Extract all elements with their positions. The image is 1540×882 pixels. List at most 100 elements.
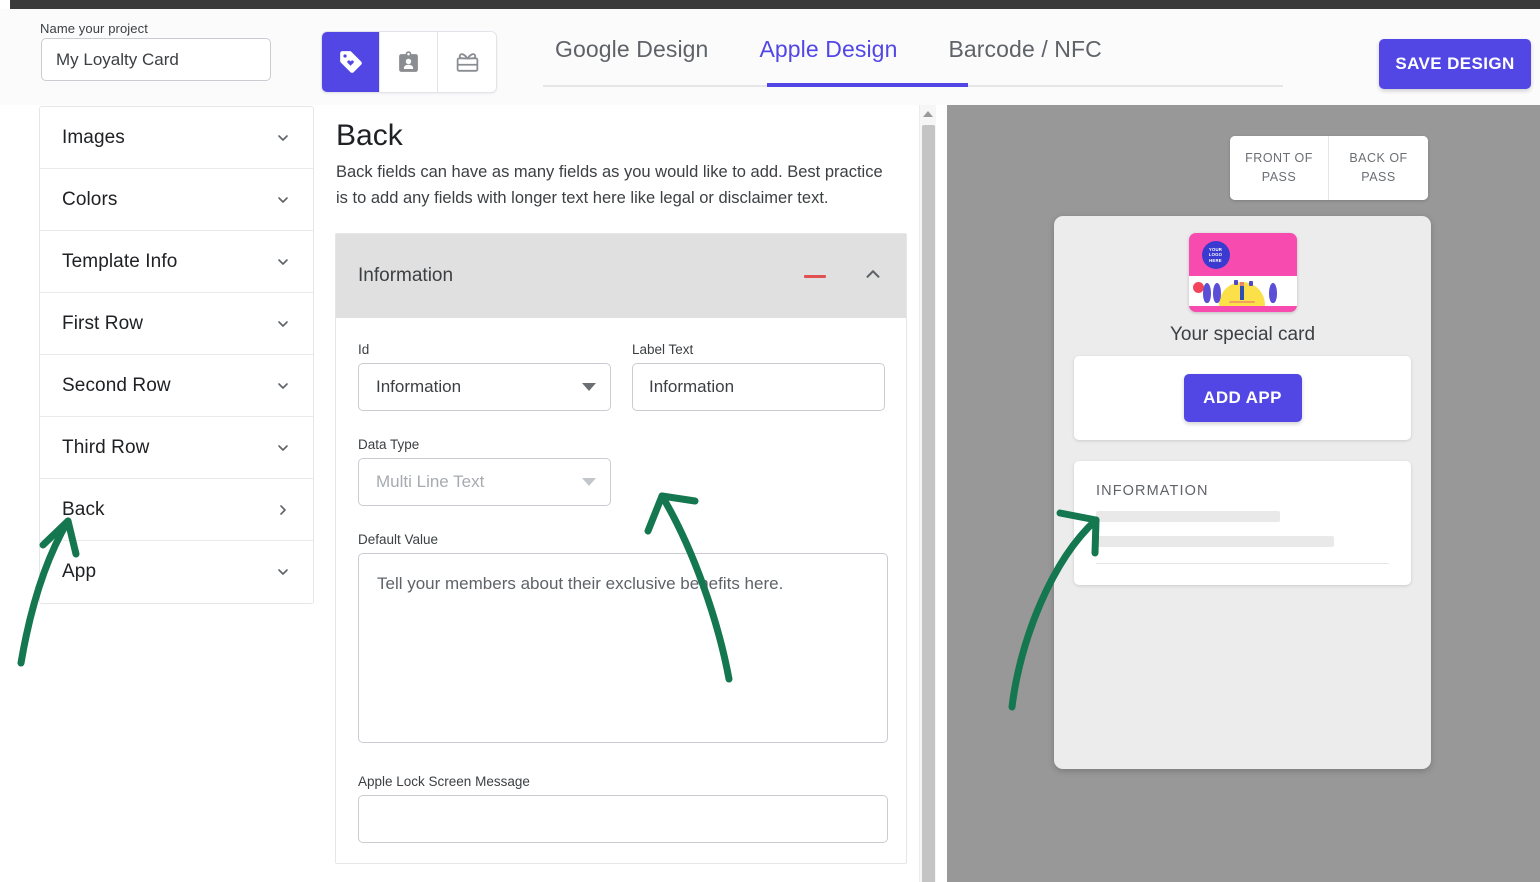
chevron-right-icon <box>275 502 291 518</box>
id-field-group: Id Information <box>358 342 611 411</box>
sidebar-item-first-row[interactable]: First Row <box>40 293 313 355</box>
tab-active-indicator <box>767 83 968 87</box>
sidebar-item-label: Images <box>62 126 125 148</box>
pass-preview-panel: FRONT OF PASS BACK OF PASS YOUR LOGO HER… <box>947 105 1540 882</box>
balloon-shape-right <box>1248 281 1253 286</box>
front-of-pass-line2: PASS <box>1261 170 1297 184</box>
page-description: Back fields can have as many fields as y… <box>336 163 883 207</box>
sidebar-item-images[interactable]: Images <box>40 107 313 169</box>
default-value-field-group: Default Value Tell your members about th… <box>358 532 888 748</box>
chevron-up-icon[interactable] <box>862 263 884 290</box>
information-panel-actions <box>804 263 884 290</box>
scrollbar-thumb[interactable] <box>922 125 935 882</box>
chevron-down-icon <box>275 192 291 208</box>
add-app-card: ADD APP <box>1074 356 1411 440</box>
skeleton-line-1 <box>1096 511 1280 522</box>
front-of-pass-button[interactable]: FRONT OF PASS <box>1230 136 1329 200</box>
back-fields-editor: Back Back fields can have as many fields… <box>335 105 920 882</box>
add-app-button[interactable]: ADD APP <box>1183 374 1302 422</box>
design-sections-sidebar: Images Colors Template Info First Row Se <box>39 106 314 604</box>
pass-strip-image: YOUR LOGO HERE <box>1188 233 1297 312</box>
pass-side-toggle-group: FRONT OF PASS BACK OF PASS <box>1230 136 1428 200</box>
lock-screen-field-label: Apple Lock Screen Message <box>358 774 530 789</box>
tree-shape-left <box>1202 283 1211 303</box>
label-text-input[interactable] <box>632 363 885 411</box>
logo-text-line3: HERE <box>1209 257 1222 263</box>
data-type-field-label: Data Type <box>358 437 420 452</box>
app-header: Name your project My Loyalty Card Google… <box>0 9 1540 105</box>
pass-preview-card: YOUR LOGO HERE Your special card ADD APP… <box>1054 216 1431 769</box>
back-of-pass-line2: PASS <box>1361 170 1396 184</box>
app-root: Name your project My Loyalty Card Google… <box>0 0 1540 882</box>
project-name-input[interactable] <box>41 38 271 81</box>
strip-illustration <box>1188 276 1297 306</box>
id-select-value: Information <box>376 377 462 396</box>
sidebar-item-template-info[interactable]: Template Info <box>40 231 313 293</box>
back-of-pass-line1: BACK OF <box>1349 151 1408 165</box>
sidebar-item-third-row[interactable]: Third Row <box>40 417 313 479</box>
id-field-label: Id <box>358 342 370 357</box>
tree-shape-left2 <box>1212 283 1221 303</box>
lock-screen-field-group: Apple Lock Screen Message <box>358 774 888 843</box>
information-preview-title: INFORMATION <box>1096 483 1209 499</box>
tree-shape-right <box>1268 283 1277 303</box>
chevron-down-icon <box>275 564 291 580</box>
chevron-down-icon <box>582 478 596 486</box>
pass-type-loyalty-button[interactable] <box>322 32 380 92</box>
logo-placeholder-icon: YOUR LOGO HERE <box>1201 241 1230 269</box>
chevron-down-icon <box>275 254 291 270</box>
save-design-button[interactable]: SAVE DESIGN <box>1379 39 1531 89</box>
pass-title-text: Your special card <box>1169 324 1316 345</box>
sidebar-item-app[interactable]: App <box>40 541 313 603</box>
back-of-pass-button[interactable]: BACK OF PASS <box>1329 136 1428 200</box>
id-select[interactable]: Information <box>358 363 611 411</box>
information-panel-title: Information <box>358 265 454 286</box>
design-tabs: Google Design Apple Design Barcode / NFC <box>543 36 1114 79</box>
id-and-label-row: Id Information Label Text <box>358 342 885 411</box>
gift-card-icon <box>454 49 481 76</box>
chevron-down-icon <box>275 440 291 456</box>
pass-type-segmented-group <box>321 31 497 93</box>
person-body-shape <box>1239 286 1244 300</box>
sidebar-item-colors[interactable]: Colors <box>40 169 313 231</box>
information-panel-header[interactable]: Information <box>336 234 906 318</box>
label-text-field-label: Label Text <box>632 342 694 357</box>
pass-type-gift-card-button[interactable] <box>438 32 496 92</box>
sidebar-item-label: App <box>62 561 97 582</box>
chevron-down-icon <box>275 316 291 332</box>
tab-apple-design[interactable]: Apple Design <box>747 36 909 79</box>
scroll-up-arrow-icon[interactable] <box>923 111 933 117</box>
window-top-bar <box>0 0 1540 9</box>
data-type-field-group: Data Type Multi Line Text <box>358 437 884 506</box>
loyalty-tag-icon <box>338 49 364 75</box>
ground-shape <box>1228 301 1255 303</box>
tab-barcode-nfc[interactable]: Barcode / NFC <box>936 36 1113 79</box>
sidebar-item-second-row[interactable]: Second Row <box>40 355 313 417</box>
skeleton-line-2 <box>1096 536 1334 547</box>
editor-scrollbar[interactable] <box>919 105 936 882</box>
lock-screen-input[interactable] <box>358 795 888 843</box>
page-title: Back <box>336 119 403 152</box>
sidebar-item-label: Template Info <box>62 250 178 272</box>
tab-google-design[interactable]: Google Design <box>543 36 720 79</box>
data-type-select-value: Multi Line Text <box>376 472 485 491</box>
default-value-textarea[interactable]: Tell your members about their exclusive … <box>358 553 888 743</box>
project-name-label: Name your project <box>40 21 148 36</box>
default-value-field-label: Default Value <box>358 532 439 547</box>
label-text-field-group: Label Text <box>632 342 885 411</box>
chevron-down-icon <box>582 383 596 391</box>
membership-card-icon <box>396 50 421 75</box>
pass-type-membership-button[interactable] <box>380 32 438 92</box>
information-panel-body: Id Information Label Text Data Type <box>336 318 906 863</box>
chevron-down-icon <box>275 130 291 146</box>
sidebar-item-label: Back <box>62 498 105 520</box>
sidebar-item-label: First Row <box>62 312 144 334</box>
chevron-down-icon <box>275 378 291 394</box>
window-top-bar-corner <box>0 0 10 9</box>
information-preview-card: INFORMATION <box>1074 461 1411 585</box>
balloon-shape-left <box>1233 280 1238 285</box>
information-divider <box>1096 563 1389 564</box>
remove-field-minus-icon[interactable] <box>804 274 826 278</box>
sidebar-item-back[interactable]: Back <box>40 479 313 541</box>
information-field-panel: Information Id Information Label Text In… <box>335 233 907 864</box>
